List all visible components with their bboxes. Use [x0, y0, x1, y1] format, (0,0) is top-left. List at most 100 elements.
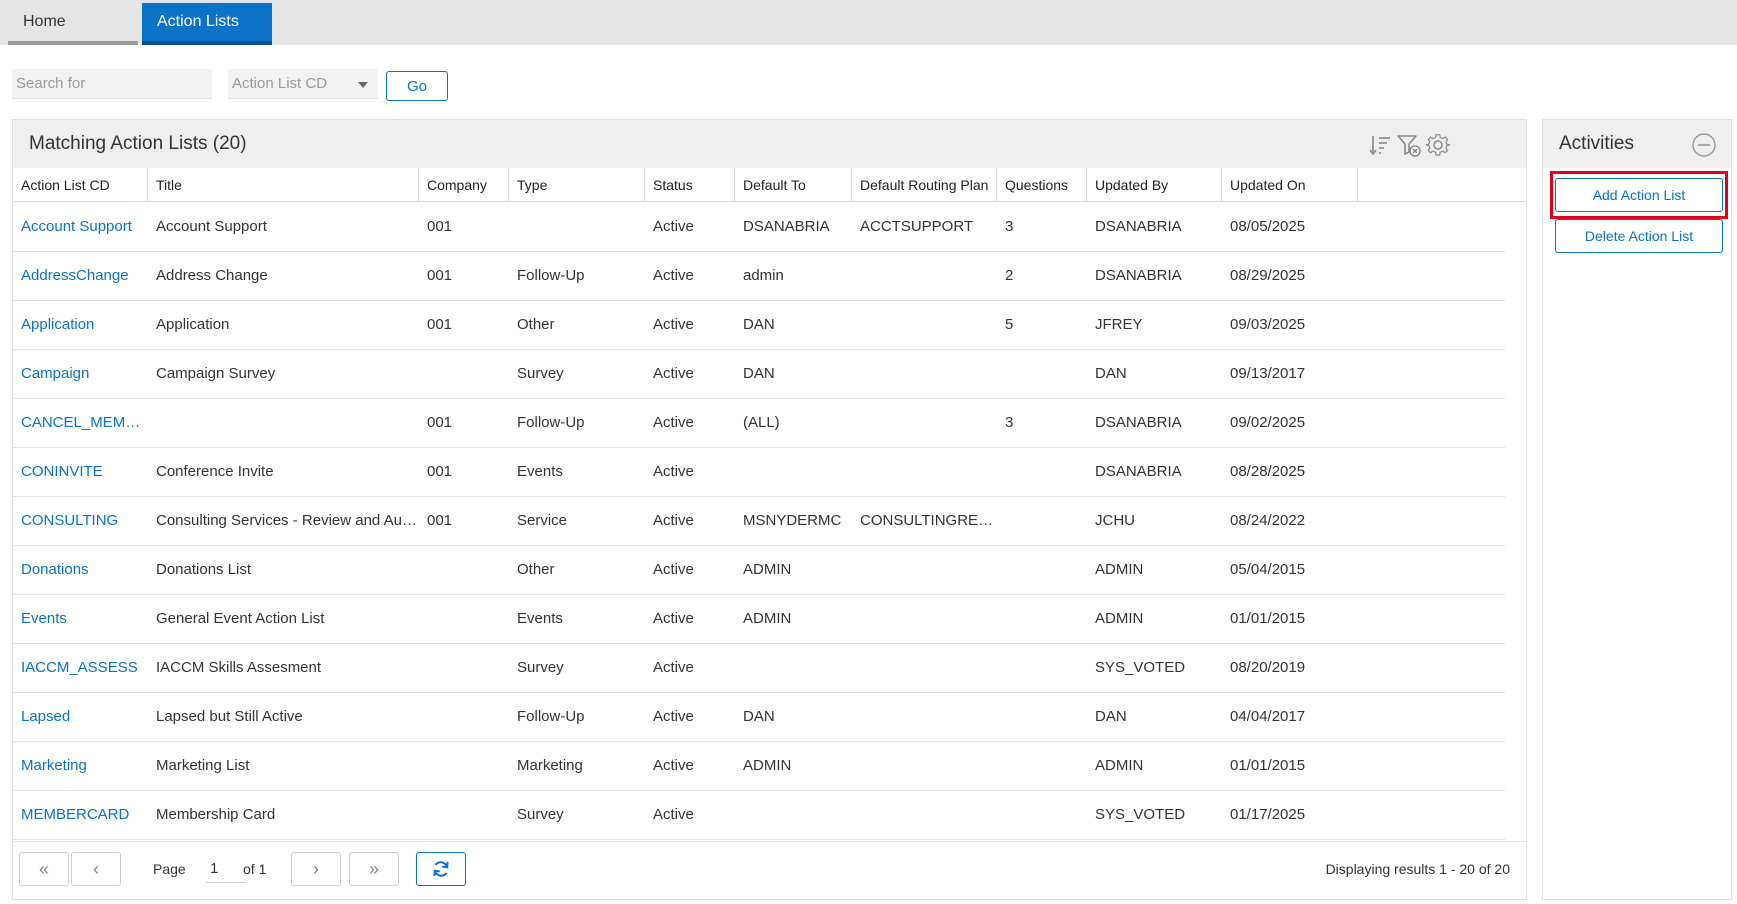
cell-title: Lapsed but Still Active [156, 708, 303, 725]
column-header-questions[interactable]: Questions [997, 168, 1087, 202]
cell-type: Other [517, 561, 555, 578]
cell-status: Active [653, 757, 694, 774]
cell-routing: CONSULTINGREVIEW [860, 512, 997, 529]
search-field-select-value: Action List CD [232, 75, 328, 92]
minus-circle-icon[interactable] [1691, 132, 1717, 158]
cell-title: Conference Invite [156, 463, 274, 480]
cell-default-to: admin [743, 267, 784, 284]
cell-updated-by: ADMIN [1095, 757, 1144, 774]
cell-cd[interactable]: Marketing [13, 742, 148, 790]
first-page-button[interactable]: « [19, 852, 69, 886]
cell-title: Donations List [156, 561, 252, 578]
cell-company: 001 [427, 463, 453, 480]
cell-cd[interactable]: Application [13, 301, 148, 349]
cell-status: Active [653, 414, 694, 431]
cell-status: Active [653, 365, 694, 382]
table-row[interactable]: Application Application 001 Other Active DAN 5… [13, 301, 1505, 350]
table-row[interactable]: Events General Event Action List Events Act… [13, 595, 1505, 644]
cell-cd[interactable]: Account Support [13, 203, 148, 251]
table-row[interactable]: Marketing Marketing List Marketing Active AD… [13, 742, 1505, 791]
table-row[interactable]: Campaign Campaign Survey Survey Active DAN DA… [13, 350, 1505, 399]
table-row[interactable]: Account Support Account Support 001 Active D… [13, 203, 1505, 252]
cell-type: Survey [517, 365, 564, 382]
cell-updated-by: SYS_VOTED [1095, 806, 1186, 823]
filter-clear-icon[interactable] [1396, 132, 1422, 158]
column-header-company[interactable]: Company [419, 168, 509, 202]
delete-action-list-button[interactable]: Delete Action List [1555, 219, 1723, 253]
table-row[interactable]: CONSULTING Consulting Services - Review a… [13, 497, 1505, 546]
cell-questions [997, 595, 1087, 643]
cell-type: Other [517, 316, 555, 333]
grid-header: Action List CD Title Company Type Status… [13, 168, 1526, 202]
table-row[interactable]: CONINVITE Conference Invite 001 Events Activ… [13, 448, 1505, 497]
chevron-down-icon [358, 82, 368, 88]
prev-page-icon: ‹ [93, 859, 99, 879]
column-header-action-list-cd[interactable]: Action List CD [13, 168, 148, 202]
cell-cd[interactable]: IACCM_ASSESS [13, 644, 148, 692]
cell-cd[interactable]: Donations [13, 546, 148, 594]
cell-company: 001 [427, 316, 453, 333]
table-row[interactable]: MEMBERCARD Membership Card Survey Active SYS… [13, 791, 1505, 840]
cell-questions [997, 693, 1087, 741]
pager: « ‹ Page of 1 › » Displaying results 1 -… [13, 841, 1526, 899]
cell-cd[interactable]: CONINVITE [13, 448, 148, 496]
search-input[interactable] [12, 69, 212, 99]
cell-updated-on: 01/01/2015 [1230, 610, 1306, 627]
next-page-button[interactable]: › [291, 852, 341, 886]
cell-cd[interactable]: CONSULTING [13, 497, 148, 545]
column-header-status[interactable]: Status [645, 168, 735, 202]
sort-icon[interactable] [1367, 132, 1393, 158]
cell-company: 001 [427, 512, 453, 529]
cell-updated-on: 01/01/2015 [1230, 757, 1306, 774]
cell-routing [852, 448, 997, 496]
activities-title: Activities [1559, 133, 1634, 154]
search-field-select[interactable]: Action List CD [228, 69, 378, 99]
cell-cd[interactable]: AddressChange [13, 252, 148, 300]
cell-cd[interactable]: Campaign [13, 350, 148, 398]
cell-cd[interactable]: Events [13, 595, 148, 643]
cell-title: Campaign Survey [156, 365, 276, 382]
cell-default-to: ADMIN [743, 757, 792, 774]
cell-default-to [735, 448, 852, 496]
table-row[interactable]: Lapsed Lapsed but Still Active Follow-Up Ac… [13, 693, 1505, 742]
gear-icon[interactable] [1425, 132, 1451, 158]
table-row[interactable]: AddressChange Address Change 001 Follow-Up A… [13, 252, 1505, 301]
cell-updated-on: 08/28/2025 [1230, 463, 1306, 480]
last-page-button[interactable]: » [349, 852, 399, 886]
refresh-button[interactable] [416, 852, 466, 886]
cell-updated-on: 04/04/2017 [1230, 708, 1306, 725]
column-header-updated-by[interactable]: Updated By [1087, 168, 1222, 202]
cell-routing [852, 399, 997, 447]
column-header-default-routing-plan[interactable]: Default Routing Plan [852, 168, 997, 202]
tab-home[interactable]: Home [8, 3, 138, 45]
cell-updated-by: ADMIN [1095, 610, 1144, 627]
cell-updated-by: JFREY [1095, 316, 1143, 333]
table-row[interactable]: IACCM_ASSESS IACCM Skills Assesment Survey… [13, 644, 1505, 693]
table-row[interactable]: CANCEL_MEMBE... 001 Follow-Up Active (ALL) 3 D… [13, 399, 1505, 448]
cell-title [148, 399, 419, 447]
cell-status: Active [653, 561, 694, 578]
page-number-input[interactable] [206, 855, 246, 883]
table-row[interactable]: Donations Donations List Other Active ADMIN A… [13, 546, 1505, 595]
cell-company [419, 791, 509, 839]
cell-cd[interactable]: MEMBERCARD [13, 791, 148, 839]
cell-default-to: DAN [743, 708, 775, 725]
prev-page-button[interactable]: ‹ [71, 852, 121, 886]
cell-updated-on: 09/02/2025 [1230, 414, 1306, 431]
cell-company: 001 [427, 218, 453, 235]
tab-action-lists[interactable]: Action Lists [142, 3, 272, 45]
cell-status: Active [653, 659, 694, 676]
go-button[interactable]: Go [386, 71, 448, 101]
cell-cd[interactable]: Lapsed [13, 693, 148, 741]
cell-cd[interactable]: CANCEL_MEMBE... [13, 399, 148, 447]
cell-type: Follow-Up [517, 414, 585, 431]
panel-title: Matching Action Lists (20) [29, 133, 247, 154]
column-header-default-to[interactable]: Default To [735, 168, 852, 202]
cell-routing: ACCTSUPPORT [860, 218, 974, 235]
cell-questions: 5 [1005, 316, 1014, 333]
add-action-list-button[interactable]: Add Action List [1555, 178, 1723, 212]
column-header-type[interactable]: Type [509, 168, 645, 202]
column-header-updated-on[interactable]: Updated On [1222, 168, 1358, 202]
cell-updated-on: 05/04/2015 [1230, 561, 1306, 578]
column-header-title[interactable]: Title [148, 168, 419, 202]
